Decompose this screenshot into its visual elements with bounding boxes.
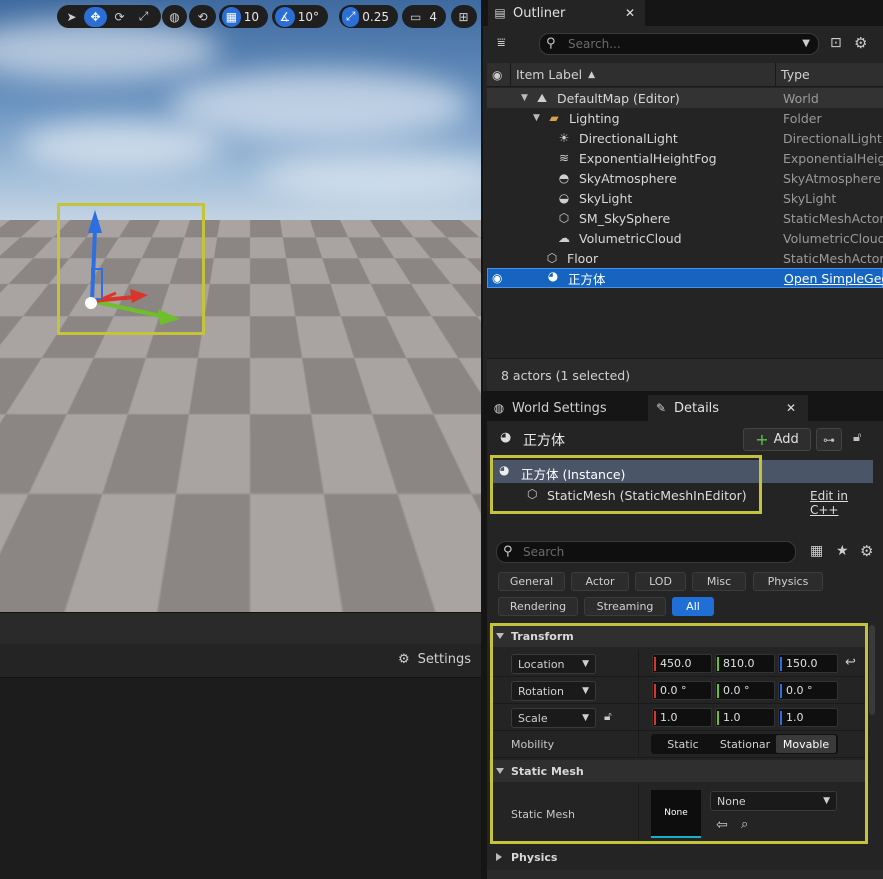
unlock-icon[interactable]: 🔓︎ <box>853 430 861 445</box>
outliner-row[interactable]: ☁ VolumetricCloud VolumetricCloud <box>487 228 883 248</box>
filter-icon[interactable]: ⩸ <box>497 35 506 51</box>
close-icon[interactable]: ✕ <box>786 401 796 415</box>
search-icon: ⚲ <box>546 36 556 51</box>
rotation-snap-value[interactable]: 10° <box>296 10 325 24</box>
grid-snap-group: ▦ 10 <box>219 5 268 28</box>
add-component-button[interactable]: + Add <box>743 428 811 451</box>
star-icon[interactable]: ★ <box>836 543 849 559</box>
sky-light-icon: ◒ <box>558 190 570 205</box>
properties-highlight-box <box>490 623 868 844</box>
scale-snap-icon[interactable]: ⤢ <box>342 6 360 27</box>
visibility-column-icon: ◉ <box>492 68 503 82</box>
outliner-row[interactable]: ◒ SkyLight SkyLight <box>487 188 883 208</box>
rotation-snap-group: ∡ 10° <box>272 5 328 28</box>
col-item-label[interactable]: Item Label ▲ <box>516 67 595 82</box>
gizmo-highlight-box <box>57 203 205 335</box>
outliner-row[interactable]: ▼ ⛰ DefaultMap (Editor) World <box>487 88 883 108</box>
grid-snap-icon[interactable]: ▦ <box>222 6 241 27</box>
settings-button[interactable]: ⚙ Settings <box>398 652 471 667</box>
outliner-tab-label: Outliner <box>513 5 566 21</box>
static-mesh-icon: ⬡ <box>558 210 570 225</box>
folder-icon: ▰ <box>549 110 559 125</box>
filter-all[interactable]: All <box>672 597 714 616</box>
physics-section-header[interactable]: Physics <box>489 846 866 868</box>
viewport-layout-group: ⊞ <box>451 5 477 28</box>
visibility-eye-icon[interactable]: ◉ <box>492 271 502 285</box>
outliner-row[interactable]: ⬡ Floor StaticMeshActor <box>487 248 883 268</box>
rotation-snap-icon[interactable]: ∡ <box>275 6 295 27</box>
sky-atmosphere-icon: ◓ <box>558 170 570 185</box>
actor-count-label: 8 actors (1 selected) <box>501 368 631 383</box>
map-icon: ⛰ <box>536 90 548 105</box>
filter-rendering[interactable]: Rendering <box>498 597 578 616</box>
cloud-icon: ☁ <box>558 230 570 245</box>
outliner-row[interactable]: ⬡ SM_SkySphere StaticMeshActor <box>487 208 883 228</box>
outliner-row-selected[interactable]: ◉ ◕ 正方体 Open SimpleGeo <box>487 268 883 288</box>
expand-arrow-icon[interactable]: ▼ <box>533 113 540 123</box>
col-type[interactable]: Type <box>781 67 810 82</box>
transform-tools: ➤ ✥ ⟳ ⤢ <box>57 5 161 28</box>
outliner-search-placeholder: Search... <box>568 37 621 51</box>
search-icon: ⚲ <box>503 544 513 559</box>
tab-world-settings[interactable]: ◍ World Settings <box>487 395 645 421</box>
grid-snap-value[interactable]: 10 <box>242 10 265 24</box>
expand-arrow-icon[interactable]: ▼ <box>521 93 528 103</box>
outliner-status-bar: 8 actors (1 selected) <box>487 358 883 391</box>
viewport-layout-icon[interactable]: ⊞ <box>452 7 475 27</box>
filter-physics[interactable]: Physics <box>753 572 823 591</box>
settings-label: Settings <box>417 652 471 667</box>
directional-light-icon: ☀ <box>558 130 570 145</box>
component-highlight-box <box>490 455 762 514</box>
filter-general[interactable]: General <box>498 572 565 591</box>
bottom-panel: ⚙ Settings <box>0 612 481 879</box>
filter-lod[interactable]: LOD <box>635 572 686 591</box>
translate-mode-icon[interactable]: ✥ <box>84 6 107 27</box>
plus-icon: + <box>755 430 769 449</box>
details-search-input[interactable]: ⚲ Search <box>496 541 796 563</box>
camera-speed-value[interactable]: 4 <box>427 10 443 24</box>
actor-icon: ◕ <box>500 430 512 445</box>
world-icon: ◍ <box>493 401 505 415</box>
world-local-toggle: ◍ <box>162 5 187 28</box>
chevron-down-icon[interactable]: ▼ <box>802 38 810 49</box>
static-mesh-icon: ⬡ <box>546 250 558 265</box>
details-scrollbar[interactable] <box>869 625 875 715</box>
outliner-row[interactable]: ◓ SkyAtmosphere SkyAtmosphere <box>487 168 883 188</box>
details-settings-icon[interactable]: ⚙ <box>860 542 873 560</box>
tab-outliner[interactable]: ▤ Outliner ✕ <box>488 0 645 26</box>
gear-icon: ⚙ <box>398 652 410 667</box>
actor-name: 正方体 <box>523 433 565 449</box>
outliner-row[interactable]: ☀ DirectionalLight DirectionalLight <box>487 128 883 148</box>
scale-mode-icon[interactable]: ⤢ <box>132 7 155 27</box>
outliner-icon: ▤ <box>494 6 506 20</box>
outliner-row[interactable]: ≋ExponentialHeightFog ExponentialHeightF… <box>487 148 883 168</box>
outliner-row[interactable]: ▼ ▰ Lighting Folder <box>487 108 883 128</box>
details-icon: ✎ <box>655 401 667 415</box>
level-viewport[interactable]: ➤ ✥ ⟳ ⤢ ◍ ⟲ ▦ 10 ∡ 10° ⤢ 0.25 ▭ 4 ⊞ <box>0 0 481 612</box>
scale-snap-value[interactable]: 0.25 <box>360 10 395 24</box>
actor-icon: ◕ <box>547 268 559 283</box>
globe-icon[interactable]: ◍ <box>163 7 186 27</box>
blueprint-icon[interactable]: ⊶ <box>816 428 842 451</box>
add-folder-icon[interactable]: ⊡ <box>830 35 842 51</box>
surface-snap-icon[interactable]: ⟲ <box>191 7 214 27</box>
fog-icon: ≋ <box>558 150 570 165</box>
outliner-settings-icon[interactable]: ⚙ <box>854 34 867 52</box>
close-icon[interactable]: ✕ <box>625 6 635 20</box>
sort-asc-icon: ▲ <box>588 70 596 80</box>
camera-icon[interactable]: ▭ <box>405 7 426 27</box>
select-mode-icon[interactable]: ➤ <box>60 7 83 27</box>
filter-actor[interactable]: Actor <box>571 572 629 591</box>
surface-snap-toggle: ⟲ <box>189 5 216 28</box>
table-view-icon[interactable]: ▦ <box>810 543 823 559</box>
filter-streaming[interactable]: Streaming <box>584 597 666 616</box>
outliner-search-input[interactable]: ⚲ Search... ▼ <box>539 33 819 55</box>
filter-misc[interactable]: Misc <box>692 572 746 591</box>
tab-details[interactable]: ✎ Details ✕ <box>648 395 808 421</box>
rotate-mode-icon[interactable]: ⟳ <box>108 7 131 27</box>
scale-snap-group: ⤢ 0.25 <box>339 5 398 28</box>
camera-speed-group: ▭ 4 <box>402 5 446 28</box>
edit-cpp-link[interactable]: Edit in C++ <box>810 489 873 517</box>
